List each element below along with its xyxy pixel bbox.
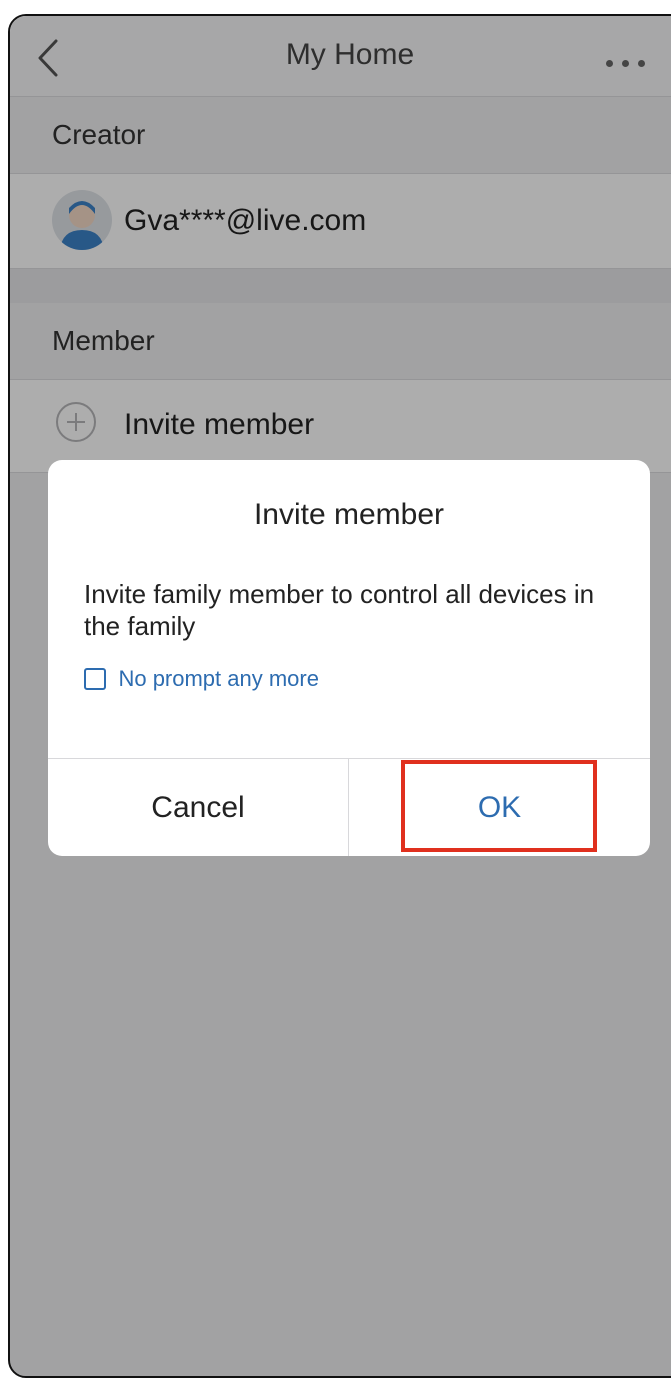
- dialog-message: Invite family member to control all devi…: [84, 579, 595, 641]
- no-prompt-checkbox-label[interactable]: No prompt any more: [118, 666, 319, 692]
- dialog-button-bar: Cancel OK: [48, 758, 650, 856]
- invite-member-dialog: Invite member Invite family member to co…: [48, 460, 650, 856]
- no-prompt-checkbox-row[interactable]: No prompt any more: [84, 666, 319, 692]
- no-prompt-checkbox[interactable]: [84, 668, 106, 690]
- phone-screen: My Home Creator Gva****@live.com Member …: [8, 14, 671, 1378]
- ok-button[interactable]: OK: [349, 759, 650, 856]
- dialog-title: Invite member: [253, 498, 445, 531]
- cancel-button[interactable]: Cancel: [48, 759, 349, 856]
